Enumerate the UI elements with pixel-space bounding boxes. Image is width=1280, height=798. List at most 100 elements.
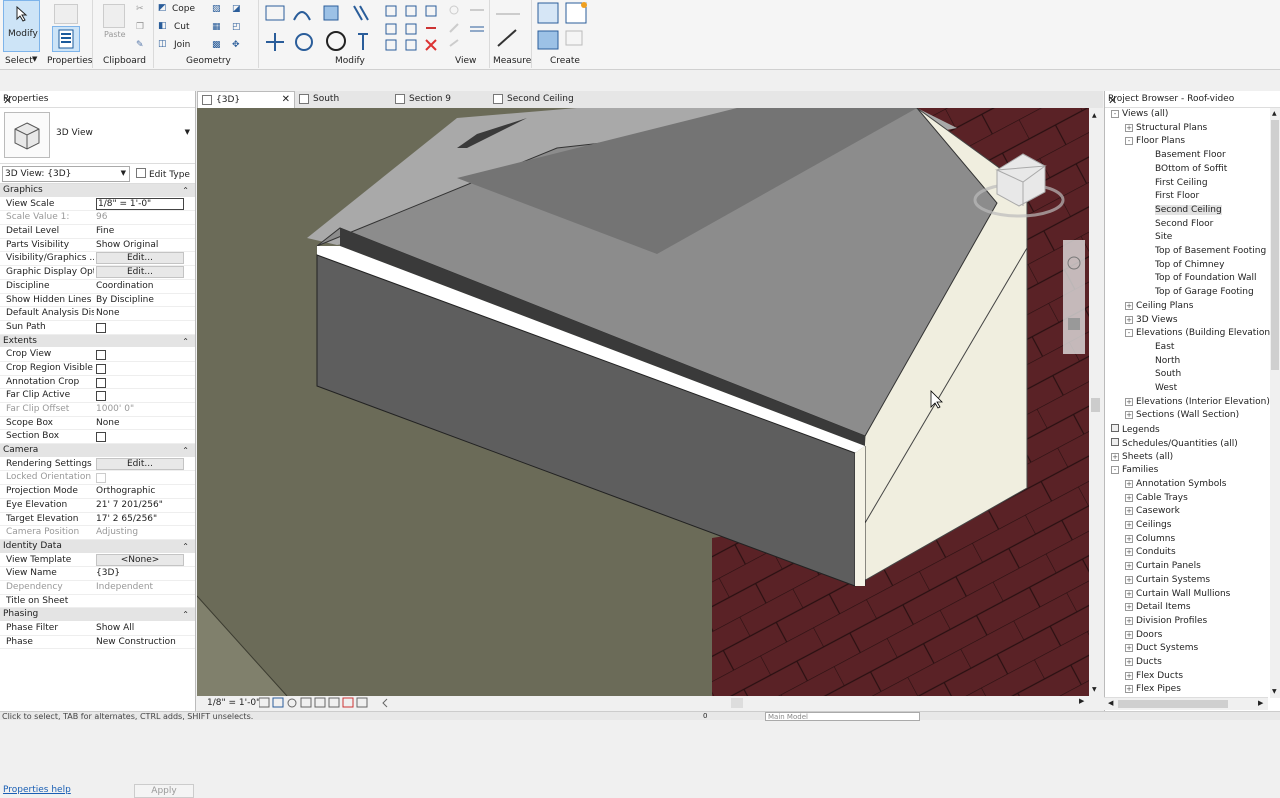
split-face-icon[interactable]: ▦ <box>212 22 221 32</box>
browser-item[interactable]: + Columns <box>1125 534 1175 544</box>
browser-item[interactable]: First Floor <box>1141 191 1199 201</box>
expand-icon[interactable]: + <box>1125 630 1133 639</box>
scroll-down-icon[interactable]: ▼ <box>1272 688 1277 695</box>
expand-icon[interactable]: + <box>1125 397 1133 406</box>
3d-viewport[interactable] <box>197 108 1089 696</box>
expand-icon[interactable]: + <box>1125 301 1133 310</box>
view-control-icons[interactable] <box>259 697 389 709</box>
expand-icon[interactable]: + <box>1125 411 1133 420</box>
expand-icon[interactable]: + <box>1125 548 1133 557</box>
close-icon[interactable]: ✕ <box>3 94 191 107</box>
expand-icon[interactable]: + <box>1125 315 1133 324</box>
demolish-icon[interactable]: ◰ <box>232 22 241 32</box>
property-group-header[interactable]: Identity Data ⌃ <box>0 539 195 554</box>
browser-item[interactable]: + Elevations (Interior Elevation) <box>1125 397 1270 407</box>
view-tab[interactable]: Section 9 <box>391 91 475 108</box>
collapse-icon[interactable]: - <box>1111 110 1119 118</box>
property-edit-button[interactable]: Edit... <box>96 266 184 279</box>
properties-help-link[interactable]: Properties help <box>3 785 71 795</box>
scroll-thumb[interactable] <box>1091 398 1100 412</box>
collapse-icon[interactable]: ⌃ <box>182 444 189 457</box>
property-value[interactable]: 21' 7 201/256" <box>96 499 184 512</box>
expand-icon[interactable]: + <box>1125 616 1133 625</box>
browser-item[interactable]: + Ceiling Plans <box>1125 301 1193 311</box>
cut-clip-icon[interactable]: ✂ <box>136 4 144 14</box>
type-selector[interactable]: 3D View ▼ <box>0 108 195 164</box>
expand-icon[interactable]: + <box>1125 507 1133 516</box>
browser-item[interactable]: + Flex Pipes <box>1125 684 1181 694</box>
join-button[interactable]: Join <box>174 40 190 50</box>
expand-icon[interactable]: + <box>1125 493 1133 502</box>
paste-icon[interactable] <box>103 4 125 28</box>
properties-button[interactable] <box>52 26 80 52</box>
browser-item[interactable]: East <box>1141 342 1174 352</box>
property-value[interactable]: Orthographic <box>96 485 184 498</box>
browser-item[interactable]: Second Ceiling <box>1141 204 1222 215</box>
expand-icon[interactable]: + <box>1125 603 1133 612</box>
property-value[interactable]: Show Original <box>96 239 184 252</box>
expand-icon[interactable]: + <box>1125 562 1133 571</box>
browser-item[interactable]: - Floor Plans <box>1125 136 1185 146</box>
expand-icon[interactable]: + <box>1125 589 1133 598</box>
property-group-header[interactable]: Phasing ⌃ <box>0 608 195 622</box>
collapse-icon[interactable]: - <box>1111 466 1119 475</box>
browser-item[interactable]: Basement Floor <box>1141 150 1226 160</box>
property-value[interactable]: None <box>96 307 184 320</box>
create-tools-icons[interactable] <box>536 1 592 53</box>
browser-item[interactable]: + Division Profiles <box>1125 616 1207 626</box>
browser-horizontal-scrollbar[interactable]: ◀ ▶ <box>1104 697 1268 710</box>
browser-item[interactable]: Schedules/Quantities (all) <box>1111 437 1238 449</box>
expand-icon[interactable]: + <box>1125 685 1133 694</box>
property-edit-button[interactable]: Edit... <box>96 252 184 265</box>
expand-icon[interactable]: + <box>1125 534 1133 543</box>
browser-item[interactable]: Second Floor <box>1141 219 1213 229</box>
browser-item[interactable]: + Ceilings <box>1125 520 1171 530</box>
browser-item[interactable]: North <box>1141 356 1180 366</box>
property-value[interactable]: {3D} <box>96 567 184 580</box>
expand-icon[interactable]: + <box>1125 123 1133 132</box>
view-scale-indicator[interactable]: 1/8" = 1'-0" <box>207 698 260 708</box>
copy-icon[interactable]: ❐ <box>136 22 144 32</box>
expand-icon[interactable]: + <box>1125 658 1133 666</box>
modify-tools-icons[interactable] <box>264 2 454 52</box>
wall-joins-icon[interactable]: ▧ <box>212 4 221 14</box>
property-group-header[interactable]: Camera ⌃ <box>0 444 195 458</box>
browser-item[interactable]: + Flex Ducts <box>1125 671 1183 681</box>
property-value[interactable]: Coordination <box>96 280 184 293</box>
view-tab[interactable]: {3D} ✕ <box>197 91 295 108</box>
browser-item[interactable]: Site <box>1141 232 1172 242</box>
scroll-left-icon[interactable]: ◀ <box>1108 699 1113 707</box>
edit-type-button[interactable]: Edit Type <box>134 166 192 182</box>
paint-icon[interactable]: ▩ <box>212 40 221 50</box>
browser-item[interactable]: + Annotation Symbols <box>1125 479 1226 489</box>
browser-item[interactable]: Legends <box>1111 424 1160 435</box>
scroll-thumb[interactable] <box>1118 700 1228 708</box>
select-menu[interactable]: Select <box>5 56 33 66</box>
modify-button[interactable]: Modify <box>3 0 40 52</box>
cut-button[interactable]: Cut <box>174 22 190 32</box>
browser-item[interactable]: + Detail Items <box>1125 602 1191 612</box>
close-tab-icon[interactable]: ✕ <box>282 92 290 108</box>
browser-item[interactable]: Top of Chimney <box>1141 260 1224 270</box>
match-properties-icon[interactable]: ✎ <box>136 40 144 50</box>
expand-icon[interactable]: + <box>1125 479 1133 488</box>
browser-item[interactable]: - Families <box>1111 465 1158 475</box>
collapse-icon[interactable]: - <box>1125 137 1133 146</box>
browser-item[interactable]: BOttom of Soffit <box>1141 164 1227 174</box>
expand-icon[interactable]: + <box>1111 452 1119 461</box>
scroll-up-icon[interactable]: ▲ <box>1092 112 1097 119</box>
property-edit-button[interactable]: Edit... <box>96 457 184 470</box>
property-value[interactable]: Fine <box>96 225 184 238</box>
join-roof-icon[interactable]: ◪ <box>232 4 241 14</box>
expand-icon[interactable]: + <box>1125 521 1133 529</box>
expand-icon[interactable]: + <box>1125 575 1133 584</box>
cope-button[interactable]: Cope <box>172 4 195 14</box>
expand-icon[interactable]: + <box>1125 671 1133 680</box>
browser-item[interactable]: + Structural Plans <box>1125 123 1207 133</box>
browser-item[interactable]: Top of Basement Footing <box>1141 246 1266 256</box>
browser-item[interactable]: + Cable Trays <box>1125 493 1188 503</box>
collapse-icon[interactable]: - <box>1125 329 1133 338</box>
property-value-field[interactable]: 1/8" = 1'-0" <box>96 197 184 210</box>
scroll-thumb[interactable] <box>1271 120 1279 370</box>
browser-item[interactable]: + Sheets (all) <box>1111 452 1173 462</box>
